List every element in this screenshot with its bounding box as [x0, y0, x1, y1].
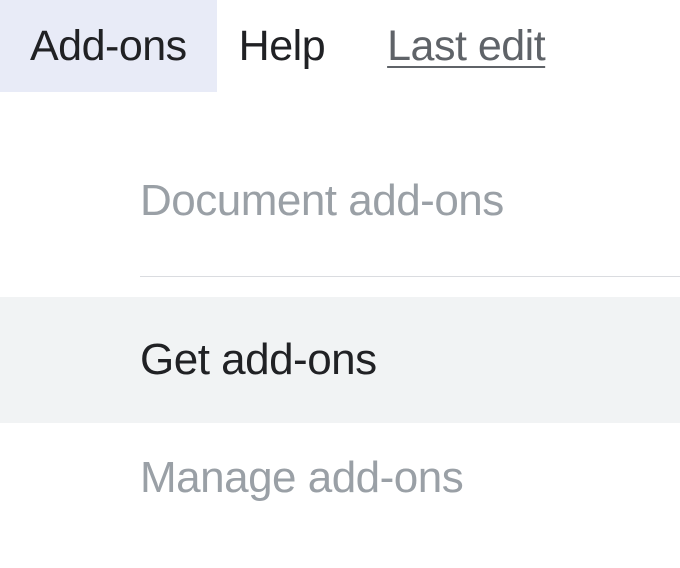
- dropdown-item-get-addons[interactable]: Get add-ons: [0, 297, 680, 423]
- addons-dropdown: Document add-ons Get add-ons Manage add-…: [0, 92, 680, 533]
- dropdown-item-document-addons: Document add-ons: [0, 146, 680, 256]
- menu-help[interactable]: Help: [217, 0, 347, 92]
- dropdown-item-manage-addons[interactable]: Manage add-ons: [0, 423, 680, 533]
- menu-last-edit[interactable]: Last edit: [365, 0, 567, 92]
- menu-addons[interactable]: Add-ons: [0, 0, 217, 92]
- menubar: Add-ons Help Last edit: [0, 0, 680, 92]
- dropdown-separator: [140, 276, 680, 277]
